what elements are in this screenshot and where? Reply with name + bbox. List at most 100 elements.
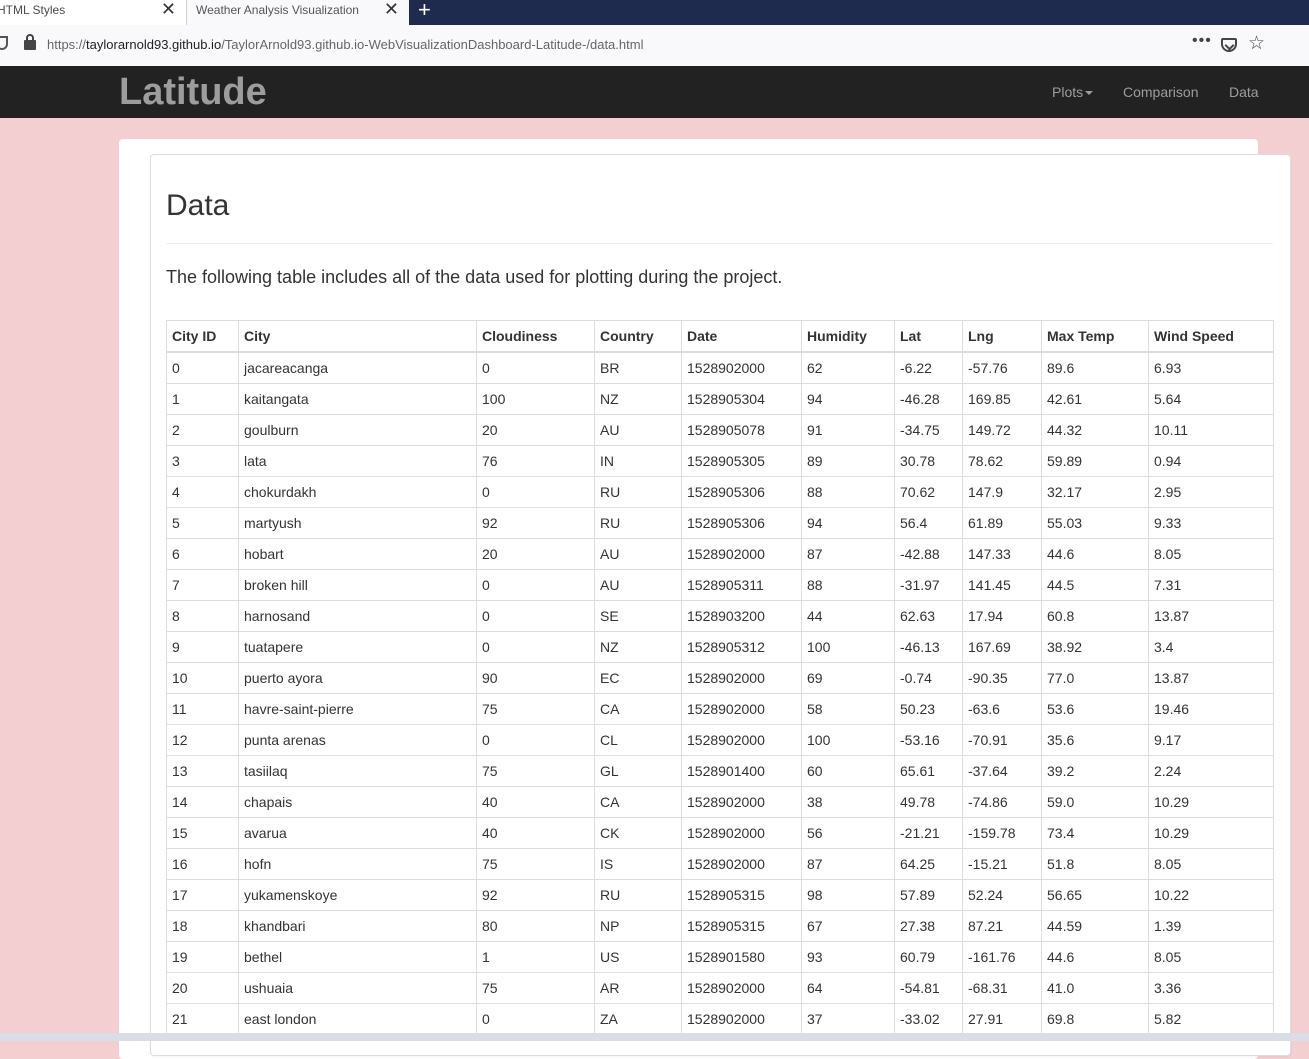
close-tab-icon[interactable]: ✕ [384,0,399,20]
table-cell: khandbari [238,910,477,942]
tracking-shield-icon[interactable] [0,36,8,50]
table-cell: EC [594,662,682,694]
close-tab-icon[interactable]: ✕ [161,0,176,20]
table-cell: AR [594,972,682,1004]
table-row: 3 lata 76 IN 1528905305 89 30.78 78.62 59.89 0.94 [166,445,1274,477]
table-cell: 56.4 [894,507,963,539]
table-cell: 5 [166,507,239,539]
site-brand[interactable]: Latitude [119,70,267,114]
column-header: Lat [894,320,963,353]
tab-html-styles[interactable]: HTML Styles ✕ [0,0,187,25]
table-cell: -68.31 [962,972,1042,1004]
table-cell: 1528905306 [681,476,802,508]
nav-comparison[interactable]: Comparison [1123,84,1198,100]
table-cell: 87 [801,538,895,570]
table-cell: 56.65 [1041,879,1149,911]
table-row: 11 havre-saint-pierre 75 CA 1528902000 58 50.2… [166,693,1274,725]
table-row: 19 bethel 1 US 1528901580 93 60.79 -161.76 44.6 8… [166,941,1274,973]
table-cell: puerto ayora [238,662,477,694]
table-cell: 1528905315 [681,879,802,911]
page-actions-icon[interactable]: ••• [1192,32,1212,50]
table-cell: lata [238,445,477,477]
column-header: Cloudiness [476,320,595,353]
table-cell: 60.8 [1041,600,1149,632]
lock-icon[interactable] [24,34,36,50]
bookmark-star-icon[interactable]: ☆ [1248,34,1265,54]
table-body: 0 jacareacanga 0 BR 1528902000 62 -6.22 -57.76 8… [166,351,1274,1035]
table-cell: 5.64 [1148,383,1274,415]
table-row: 21 east london 0 ZA 1528902000 37 -33.02 27.91 6… [166,1003,1274,1035]
table-cell: 78.62 [962,445,1042,477]
table-cell: 59.89 [1041,445,1149,477]
table-row: 15 avarua 40 CK 1528902000 56 -21.21 -159.78 73.… [166,817,1274,849]
table-cell: 44 [801,600,895,632]
table-cell: RU [594,476,682,508]
new-tab-icon[interactable]: + [418,0,431,22]
table-cell: 87 [801,848,895,880]
table-cell: 61.89 [962,507,1042,539]
table-row: 14 chapais 40 CA 1528902000 38 49.78 -74.86 59.0… [166,786,1274,818]
table-cell: avarua [238,817,477,849]
table-cell: 64 [801,972,895,1004]
table-cell: 2 [166,414,239,446]
column-header: Country [594,320,682,353]
table-cell: 5.82 [1148,1003,1274,1035]
table-cell: 10.29 [1148,817,1274,849]
table-cell: NZ [594,383,682,415]
url-field[interactable]: https://taylorarnold93.github.io/TaylorA… [47,37,643,52]
table-cell: 32.17 [1041,476,1149,508]
table-cell: SE [594,600,682,632]
table-cell: IN [594,445,682,477]
table-row: 7 broken hill 0 AU 1528905311 88 -31.97 141.45 4… [166,569,1274,601]
table-cell: AU [594,569,682,601]
nav-plots-label: Plots [1052,84,1084,100]
table-cell: 10.11 [1148,414,1274,446]
table-cell: chapais [238,786,477,818]
weather-data-table: City ID City Cloudiness Country Date Humidity… [166,320,1274,1035]
table-cell: CK [594,817,682,849]
table-cell: 98 [801,879,895,911]
table-cell: 1528905306 [681,507,802,539]
table-cell: 3.4 [1148,631,1274,663]
table-cell: 59.0 [1041,786,1149,818]
table-cell: 1528905305 [681,445,802,477]
table-row: 20 ushuaia 75 AR 1528902000 64 -54.81 -68.31 41.… [166,972,1274,1004]
table-cell: 1528902000 [681,1003,802,1035]
table-cell: 8.05 [1148,848,1274,880]
table-cell: 15 [166,817,239,849]
table-cell: 65.61 [894,755,963,787]
table-cell: 44.32 [1041,414,1149,446]
table-cell: 141.45 [962,569,1042,601]
table-cell: 62.63 [894,600,963,632]
nav-plots-dropdown[interactable]: Plots [1052,84,1094,100]
table-cell: CA [594,693,682,725]
table-cell: 0 [476,724,595,756]
table-cell: -21.21 [894,817,963,849]
pocket-icon[interactable] [1221,38,1237,52]
table-row: 4 chokurdakh 0 RU 1528905306 88 70.62 147.9 32.1… [166,476,1274,508]
table-cell: -74.86 [962,786,1042,818]
table-cell: -54.81 [894,972,963,1004]
table-cell: tuatapere [238,631,477,663]
table-cell: 1528901580 [681,941,802,973]
table-cell: 4 [166,476,239,508]
table-cell: GL [594,755,682,787]
table-cell: 67 [801,910,895,942]
tab-weather-analysis[interactable]: Weather Analysis Visualization ✕ [187,0,409,25]
column-header: City ID [166,320,239,353]
table-row: 10 puerto ayora 90 EC 1528902000 69 -0.74 -90.3… [166,662,1274,694]
table-cell: 50.23 [894,693,963,725]
table-cell: east london [238,1003,477,1035]
nav-data[interactable]: Data [1229,84,1259,100]
table-row: 5 martyush 92 RU 1528905306 94 56.4 61.89 55.03 9… [166,507,1274,539]
table-cell: CA [594,786,682,818]
table-cell: 69 [801,662,895,694]
table-row: 13 tasiilaq 75 GL 1528901400 60 65.61 -37.64 39.… [166,755,1274,787]
table-cell: 51.8 [1041,848,1149,880]
table-row: 17 yukamenskoye 92 RU 1528905315 98 57.89 52.24… [166,879,1274,911]
table-cell: 44.5 [1041,569,1149,601]
table-cell: -42.88 [894,538,963,570]
table-cell: 57.89 [894,879,963,911]
table-cell: 14 [166,786,239,818]
table-cell: 2.95 [1148,476,1274,508]
